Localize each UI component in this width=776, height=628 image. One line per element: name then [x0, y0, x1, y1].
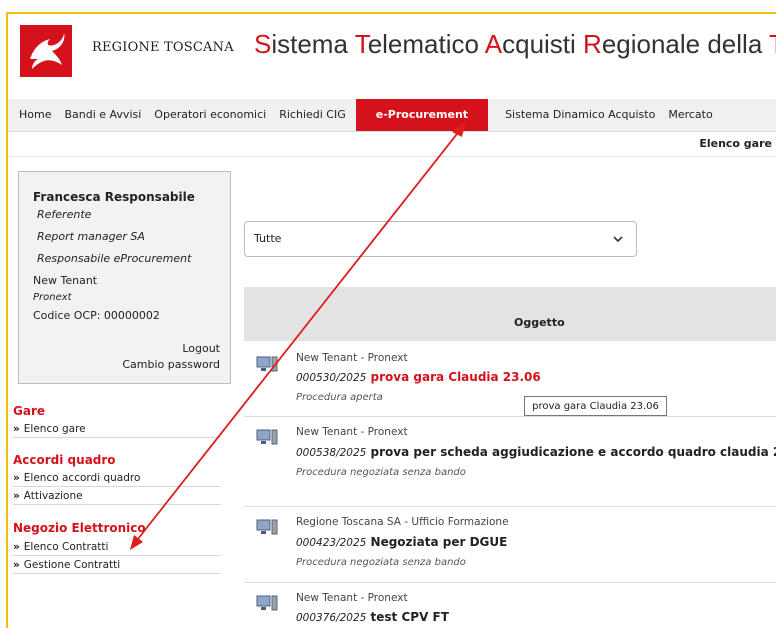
system-title-part: istema: [271, 29, 355, 59]
system-title-part: T: [769, 29, 776, 59]
computer-icon: [256, 519, 278, 535]
row-organization: New Tenant - Pronext: [296, 592, 408, 604]
nav-item-sistema-dinamico-acquisto[interactable]: Sistema Dinamico Acquisto: [494, 99, 655, 131]
row-organization: New Tenant - Pronext: [296, 426, 408, 438]
computer-icon: [256, 356, 278, 372]
row-procedure: Procedura aperta: [296, 392, 383, 403]
nav-item-mercato[interactable]: Mercato: [657, 99, 712, 131]
row-title-link[interactable]: 000423/2025 Negoziata per DGUE: [296, 535, 507, 549]
row-title: prova gara Claudia 23.06: [370, 370, 541, 384]
nav-item-operatori-economici[interactable]: Operatori economici: [143, 99, 266, 131]
row-title: test CPV FT: [370, 610, 449, 624]
nav-item-bandi-e-avvisi[interactable]: Bandi e Avvisi: [53, 99, 141, 131]
computer-icon: [256, 595, 278, 611]
row-title: Negoziata per DGUE: [370, 535, 508, 549]
system-title-part: egionale della: [601, 29, 770, 59]
user-name: Francesca Responsabile: [33, 190, 195, 204]
sidebar-item-label: Elenco Contratti: [23, 541, 109, 553]
chevron-right-icon: »: [13, 559, 20, 571]
sidebar-item-label: Attivazione: [23, 490, 83, 502]
filter-select-value: Tutte: [254, 232, 282, 245]
column-header-oggetto: Oggetto: [514, 316, 565, 329]
table-row[interactable]: New Tenant - Pronext 000538/2025 prova p…: [244, 416, 776, 507]
row-title-link[interactable]: 000376/2025 test CPV FT: [296, 610, 449, 624]
table-row[interactable]: Regione Toscana SA - Ufficio Formazione …: [244, 506, 776, 583]
sidebar-item-attivazione[interactable]: » Attivazione: [13, 490, 221, 505]
sidebar-section-gare: Gare: [13, 404, 46, 418]
row-title: prova per scheda aggiudicazione e accord…: [370, 445, 776, 459]
system-title-part: A: [484, 29, 503, 59]
regione-toscana-logo: [20, 25, 72, 77]
sidebar-item-gestione-contratti[interactable]: » Gestione Contratti: [13, 559, 221, 574]
sidebar-item-elenco-accordi-quadro[interactable]: » Elenco accordi quadro: [13, 472, 221, 487]
system-title: Sistema Telematico Acquisti Regionale de…: [254, 29, 776, 60]
row-number: 000538/2025: [296, 447, 367, 459]
chevron-right-icon: »: [13, 423, 20, 435]
ocp-code: Codice OCP: 00000002: [33, 309, 160, 322]
user-info-box: Francesca Responsabile Referente Report …: [18, 171, 231, 384]
table-header: Oggetto: [244, 287, 776, 341]
row-title-link[interactable]: 000530/2025 prova gara Claudia 23.06: [296, 370, 541, 384]
tenant-subname: Pronext: [33, 292, 72, 303]
nav-item-home[interactable]: Home: [8, 99, 51, 131]
filter-select[interactable]: Tutte: [244, 221, 637, 257]
sidebar-item-label: Elenco accordi quadro: [23, 472, 141, 484]
row-number: 000423/2025: [296, 537, 367, 549]
sidebar-item-elenco-gare[interactable]: » Elenco gare: [13, 423, 221, 438]
nav-item-richiedi-cig[interactable]: Richiedi CIG: [268, 99, 346, 131]
chevron-right-icon: »: [13, 541, 20, 553]
breadcrumb: Elenco gare: [699, 137, 772, 150]
row-number: 000376/2025: [296, 612, 367, 624]
system-title-part: cquisti: [502, 29, 584, 59]
row-title-link[interactable]: 000538/2025 prova per scheda aggiudicazi…: [296, 445, 776, 459]
row-organization: Regione Toscana SA - Ufficio Formazione: [296, 516, 509, 528]
sidebar-section-negozio-elettronico: Negozio Elettronico: [13, 521, 146, 535]
system-title-part: T: [354, 29, 368, 59]
nav-item-e-procurement[interactable]: e-Procurement: [355, 99, 489, 131]
row-procedure: Procedura negoziata senza bando: [296, 557, 466, 568]
main-navigation: Home Bandi e Avvisi Operatori economici Ric…: [8, 99, 776, 132]
row-number: 000530/2025: [296, 372, 367, 384]
tooltip: prova gara Claudia 23.06: [524, 396, 667, 416]
user-role: Report manager SA: [37, 230, 145, 243]
chevron-right-icon: »: [13, 472, 20, 484]
sidebar-item-label: Gestione Contratti: [23, 559, 121, 571]
sidebar-item-elenco-contratti[interactable]: » Elenco Contratti: [13, 541, 221, 556]
sidebar-section-accordi-quadro: Accordi quadro: [13, 453, 116, 467]
logout-link[interactable]: Logout: [182, 342, 220, 355]
row-procedure: Procedura negoziata senza bando: [296, 467, 466, 478]
change-password-link[interactable]: Cambio password: [122, 358, 220, 371]
system-title-part: R: [583, 29, 602, 59]
chevron-down-icon: [613, 236, 623, 243]
user-role: Responsabile eProcurement: [37, 252, 192, 265]
row-organization: New Tenant - Pronext: [296, 352, 408, 364]
computer-icon: [256, 429, 278, 445]
table-row[interactable]: New Tenant - Pronext 000376/2025 test CP…: [244, 582, 776, 628]
sidebar-item-label: Elenco gare: [23, 423, 86, 435]
table-row[interactable]: New Tenant - Pronext 000530/2025 prova g…: [244, 341, 776, 417]
region-name: REGIONE TOSCANA: [92, 40, 234, 55]
breadcrumb-divider: [8, 156, 776, 157]
system-title-part: S: [254, 29, 272, 59]
chevron-right-icon: »: [13, 490, 20, 502]
user-role: Referente: [37, 208, 92, 221]
tenant-name: New Tenant: [33, 274, 98, 287]
system-title-part: elematico: [367, 29, 485, 59]
